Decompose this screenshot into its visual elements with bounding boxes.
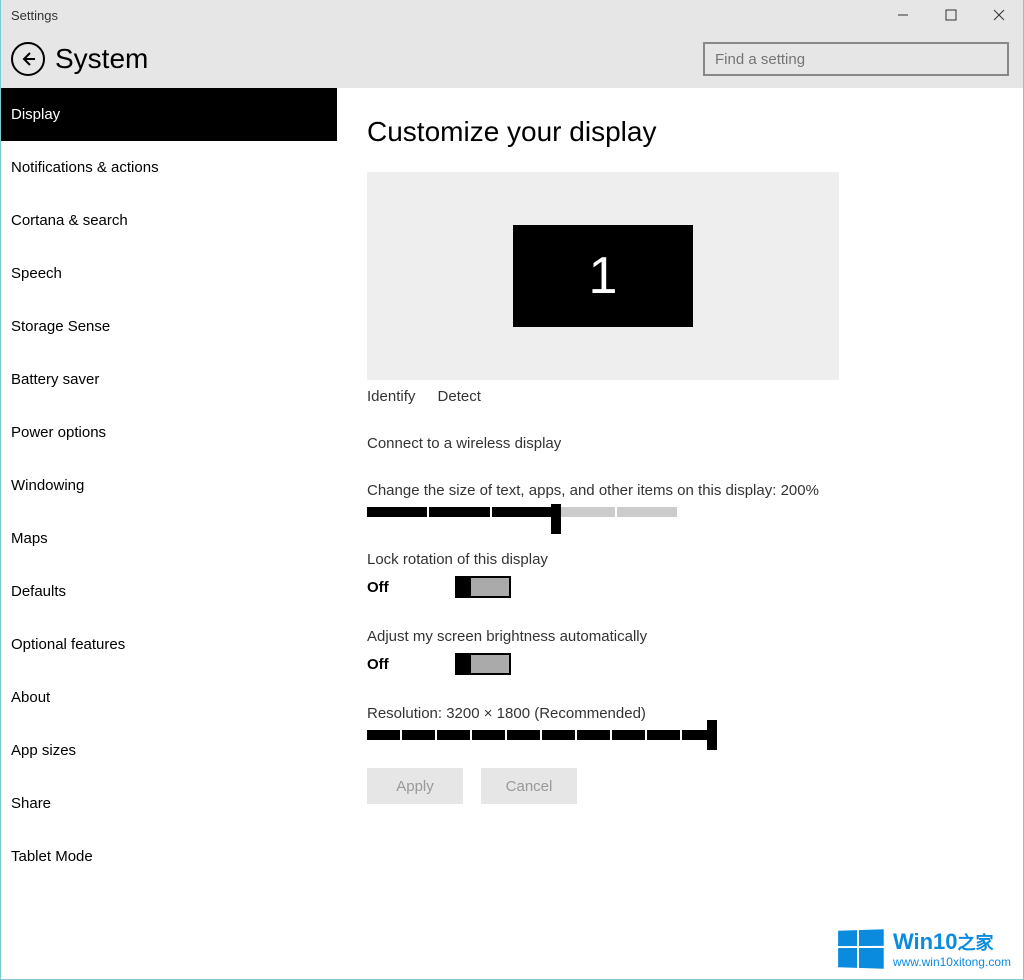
sidebar-item-label: Defaults — [11, 583, 66, 600]
scale-label: Change the size of text, apps, and other… — [367, 482, 1003, 499]
brightness-label: Adjust my screen brightness automaticall… — [367, 628, 1003, 645]
sidebar-item-about[interactable]: About — [1, 671, 337, 724]
brightness-toggle[interactable] — [455, 653, 511, 675]
sidebar-item-label: App sizes — [11, 742, 76, 759]
header: System — [1, 30, 1023, 88]
header-title: System — [55, 43, 148, 75]
monitor-thumbnail[interactable]: 1 — [513, 225, 693, 327]
body: Display Notifications & actions Cortana … — [1, 88, 1023, 979]
sidebar-item-optional[interactable]: Optional features — [1, 618, 337, 671]
sidebar-item-share[interactable]: Share — [1, 777, 337, 830]
minimize-button[interactable] — [879, 0, 927, 30]
watermark-text: Win10之家 www.win10xitong.com — [893, 929, 1011, 969]
identify-detect-row: Identify Detect — [367, 388, 1003, 405]
resolution-slider[interactable] — [367, 730, 717, 744]
action-row: Apply Cancel — [367, 768, 1003, 804]
lock-rotation-value: Off — [367, 579, 455, 596]
sidebar-item-label: Tablet Mode — [11, 848, 93, 865]
sidebar-item-notifications[interactable]: Notifications & actions — [1, 141, 337, 194]
watermark-line1a: Win10 — [893, 929, 958, 954]
scale-slider[interactable] — [367, 507, 679, 521]
sidebar-item-label: Display — [11, 106, 60, 123]
sidebar-item-label: Storage Sense — [11, 318, 110, 335]
sidebar-item-tablet[interactable]: Tablet Mode — [1, 830, 337, 883]
sidebar-item-label: Speech — [11, 265, 62, 282]
watermark: Win10之家 www.win10xitong.com — [837, 929, 1011, 969]
search-input[interactable] — [703, 42, 1009, 76]
header-left: System — [11, 42, 148, 76]
brightness-toggle-row: Off — [367, 653, 1003, 675]
maximize-button[interactable] — [927, 0, 975, 30]
close-button[interactable] — [975, 0, 1023, 30]
sidebar-item-label: Share — [11, 795, 51, 812]
sidebar-item-maps[interactable]: Maps — [1, 512, 337, 565]
sidebar-item-label: Cortana & search — [11, 212, 128, 229]
sidebar-item-battery[interactable]: Battery saver — [1, 353, 337, 406]
identify-link[interactable]: Identify — [367, 388, 415, 405]
connect-wireless-link[interactable]: Connect to a wireless display — [367, 435, 1003, 452]
sidebar-item-label: Optional features — [11, 636, 125, 653]
sidebar-item-defaults[interactable]: Defaults — [1, 565, 337, 618]
sidebar-item-appsizes[interactable]: App sizes — [1, 724, 337, 777]
sidebar-item-speech[interactable]: Speech — [1, 247, 337, 300]
brightness-value: Off — [367, 656, 455, 673]
monitor-preview[interactable]: 1 — [367, 172, 839, 380]
windows-logo-icon — [838, 929, 884, 969]
sidebar: Display Notifications & actions Cortana … — [1, 88, 337, 979]
main-content: Customize your display 1 Identify Detect… — [337, 88, 1023, 979]
window-controls — [879, 0, 1023, 30]
sidebar-item-display[interactable]: Display — [1, 88, 337, 141]
watermark-line2: www.win10xitong.com — [893, 955, 1011, 969]
back-button[interactable] — [11, 42, 45, 76]
sidebar-item-label: Power options — [11, 424, 106, 441]
watermark-line1b: 之家 — [958, 933, 994, 953]
lock-rotation-label: Lock rotation of this display — [367, 551, 1003, 568]
sidebar-item-label: Notifications & actions — [11, 159, 159, 176]
lock-rotation-toggle-row: Off — [367, 576, 1003, 598]
sidebar-item-cortana[interactable]: Cortana & search — [1, 194, 337, 247]
sidebar-item-label: About — [11, 689, 50, 706]
sidebar-item-label: Maps — [11, 530, 48, 547]
lock-rotation-toggle[interactable] — [455, 576, 511, 598]
monitor-number: 1 — [589, 246, 618, 306]
sidebar-item-windowing[interactable]: Windowing — [1, 459, 337, 512]
sidebar-item-label: Battery saver — [11, 371, 99, 388]
page-title: Customize your display — [367, 116, 1003, 148]
window-title: Settings — [11, 8, 58, 23]
cancel-button[interactable]: Cancel — [481, 768, 577, 804]
sidebar-item-storage[interactable]: Storage Sense — [1, 300, 337, 353]
resolution-label: Resolution: 3200 × 1800 (Recommended) — [367, 705, 1003, 722]
apply-button[interactable]: Apply — [367, 768, 463, 804]
titlebar: Settings — [1, 0, 1023, 30]
sidebar-item-label: Windowing — [11, 477, 84, 494]
detect-link[interactable]: Detect — [438, 388, 481, 405]
sidebar-item-power[interactable]: Power options — [1, 406, 337, 459]
